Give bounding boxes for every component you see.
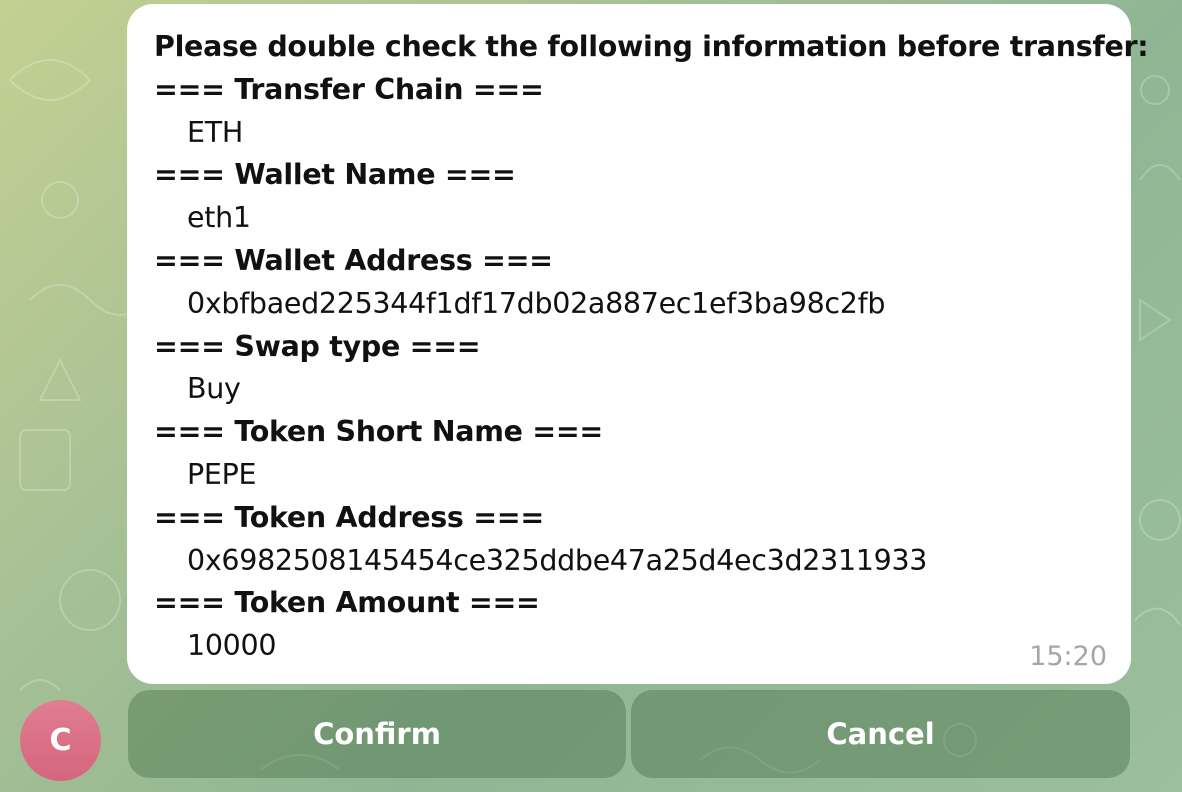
message-bubble: Please double check the following inform… (127, 4, 1149, 684)
message-value-line: Buy (187, 372, 241, 406)
message-heading-line: === Swap type === (154, 329, 481, 363)
avatar-initial: C (49, 723, 72, 758)
message-value-line: 0xbfbaed225344f1df17db02a887ec1ef3ba98c2… (187, 286, 886, 320)
message-value-line: ETH (187, 115, 243, 149)
message-value-line: 10000 (187, 629, 277, 663)
message-heading-line: === Token Address === (154, 500, 544, 534)
cancel-button[interactable]: Cancel (631, 690, 1130, 778)
message-text: Please double check the following inform… (154, 26, 1149, 668)
confirm-button-label: Confirm (313, 717, 441, 751)
message-heading-line: === Wallet Name === (154, 158, 516, 192)
message-value-line: PEPE (187, 457, 257, 491)
message-value-line: 0x6982508145454ce325ddbe47a25d4ec3d23119… (187, 543, 928, 577)
message-heading-line: Please double check the following inform… (154, 30, 1149, 63)
message-heading-line: === Token Amount === (154, 586, 540, 620)
message-heading-line: === Wallet Address === (154, 243, 553, 277)
bot-avatar[interactable]: C (20, 700, 101, 781)
confirm-button[interactable]: Confirm (128, 690, 626, 778)
message-timestamp: 15:20 (1029, 641, 1107, 672)
message-heading-line: === Token Short Name === (154, 415, 603, 449)
message-value-line: eth1 (187, 201, 251, 235)
message-heading-line: === Transfer Chain === (154, 72, 544, 106)
cancel-button-label: Cancel (826, 717, 935, 751)
